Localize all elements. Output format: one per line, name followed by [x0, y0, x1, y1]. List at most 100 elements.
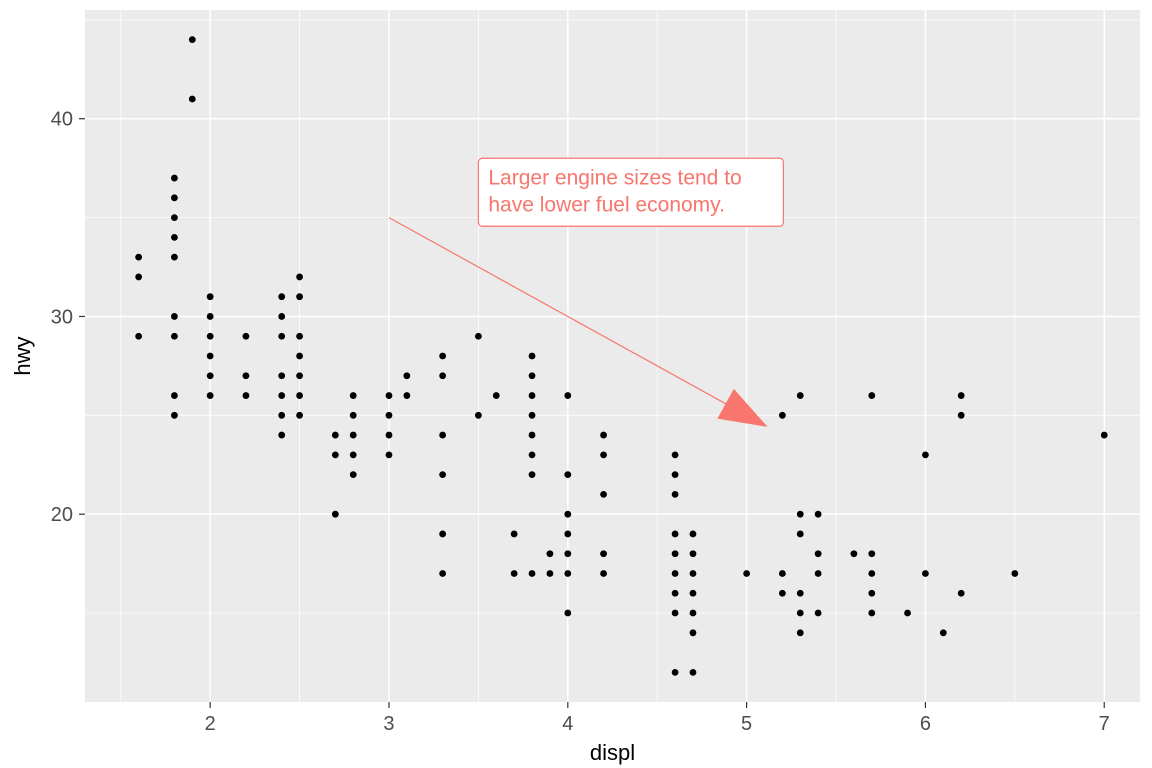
data-point: [797, 610, 804, 617]
data-point: [296, 392, 303, 399]
y-axis-title: hwy: [10, 336, 35, 375]
data-point: [797, 531, 804, 538]
data-point: [207, 333, 214, 340]
data-point: [743, 570, 750, 577]
data-point: [600, 550, 607, 557]
data-point: [171, 333, 178, 340]
data-point: [868, 590, 875, 597]
data-point: [439, 531, 446, 538]
data-point: [278, 293, 285, 300]
data-point: [529, 432, 536, 439]
data-point: [350, 451, 357, 458]
data-point: [672, 610, 679, 617]
data-point: [529, 392, 536, 399]
data-point: [672, 531, 679, 538]
data-point: [779, 570, 786, 577]
data-point: [958, 412, 965, 419]
data-point: [922, 570, 929, 577]
data-point: [386, 412, 393, 419]
data-point: [1101, 432, 1108, 439]
data-point: [690, 669, 697, 676]
data-point: [278, 372, 285, 379]
data-point: [207, 293, 214, 300]
data-point: [439, 353, 446, 360]
data-point: [779, 590, 786, 597]
data-point: [815, 610, 822, 617]
data-point: [868, 610, 875, 617]
data-point: [207, 372, 214, 379]
data-point: [511, 570, 518, 577]
y-tick-label: 30: [51, 306, 73, 328]
data-point: [171, 313, 178, 320]
data-point: [868, 392, 875, 399]
data-point: [493, 392, 500, 399]
data-point: [690, 590, 697, 597]
data-point: [278, 313, 285, 320]
data-point: [529, 372, 536, 379]
data-point: [850, 550, 857, 557]
data-point: [815, 570, 822, 577]
data-point: [439, 432, 446, 439]
data-point: [332, 511, 339, 518]
data-point: [922, 451, 929, 458]
data-point: [386, 451, 393, 458]
data-point: [600, 570, 607, 577]
data-point: [350, 471, 357, 478]
data-point: [171, 194, 178, 201]
data-point: [135, 333, 142, 340]
annotation-text-line1: Larger engine sizes tend to: [488, 166, 741, 189]
data-point: [529, 412, 536, 419]
x-tick-label: 2: [205, 713, 216, 735]
data-point: [690, 629, 697, 636]
data-point: [332, 432, 339, 439]
data-point: [278, 392, 285, 399]
data-point: [439, 372, 446, 379]
data-point: [958, 590, 965, 597]
data-point: [207, 353, 214, 360]
data-point: [403, 372, 410, 379]
data-point: [940, 629, 947, 636]
data-point: [171, 214, 178, 221]
data-point: [672, 451, 679, 458]
data-point: [797, 511, 804, 518]
data-point: [296, 274, 303, 281]
data-point: [207, 392, 214, 399]
data-point: [672, 491, 679, 498]
data-point: [690, 550, 697, 557]
plot-panel: [85, 10, 1140, 702]
data-point: [403, 392, 410, 399]
data-point: [672, 669, 679, 676]
data-point: [600, 451, 607, 458]
data-point: [171, 234, 178, 241]
data-point: [529, 471, 536, 478]
x-tick-label: 6: [920, 713, 931, 735]
data-point: [189, 36, 196, 43]
data-point: [672, 550, 679, 557]
data-point: [868, 550, 875, 557]
data-point: [243, 333, 250, 340]
data-point: [350, 392, 357, 399]
data-point: [690, 610, 697, 617]
data-point: [564, 610, 571, 617]
data-point: [815, 550, 822, 557]
data-point: [779, 412, 786, 419]
data-point: [296, 412, 303, 419]
data-point: [797, 629, 804, 636]
data-point: [547, 570, 554, 577]
data-point: [350, 412, 357, 419]
data-point: [672, 471, 679, 478]
data-point: [797, 392, 804, 399]
data-point: [600, 491, 607, 498]
x-tick-label: 5: [741, 713, 752, 735]
data-point: [135, 274, 142, 281]
x-tick-label: 7: [1099, 713, 1110, 735]
data-point: [529, 570, 536, 577]
x-tick-label: 4: [562, 713, 573, 735]
data-point: [135, 254, 142, 261]
data-point: [904, 610, 911, 617]
x-axis-title: displ: [590, 740, 635, 765]
data-point: [564, 570, 571, 577]
data-point: [547, 550, 554, 557]
data-point: [475, 333, 482, 340]
data-point: [529, 451, 536, 458]
